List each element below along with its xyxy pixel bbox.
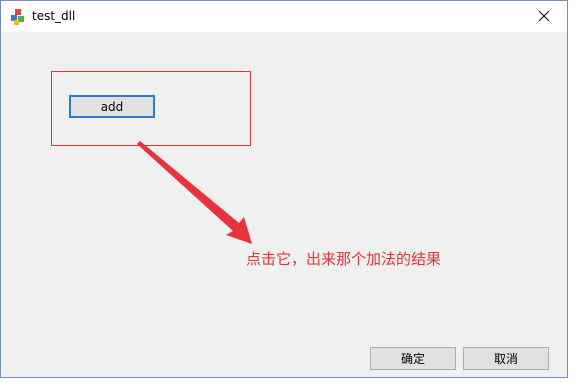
cancel-button[interactable]: 取消 <box>463 347 549 370</box>
close-icon <box>538 7 550 26</box>
annotation-text: 点击它，出来那个加法的结果 <box>246 250 442 268</box>
colored-cubes-icon <box>10 9 26 25</box>
close-button[interactable] <box>521 1 567 32</box>
add-button[interactable]: add <box>69 95 155 118</box>
ok-button[interactable]: 确定 <box>370 347 456 370</box>
annotation-arrow <box>137 141 252 244</box>
dialog-window: test_dll add 点击它，出来那个加法的结果 确定 取消 <box>0 0 568 378</box>
title-bar[interactable]: test_dll <box>1 1 567 32</box>
window-title: test_dll <box>32 9 76 23</box>
